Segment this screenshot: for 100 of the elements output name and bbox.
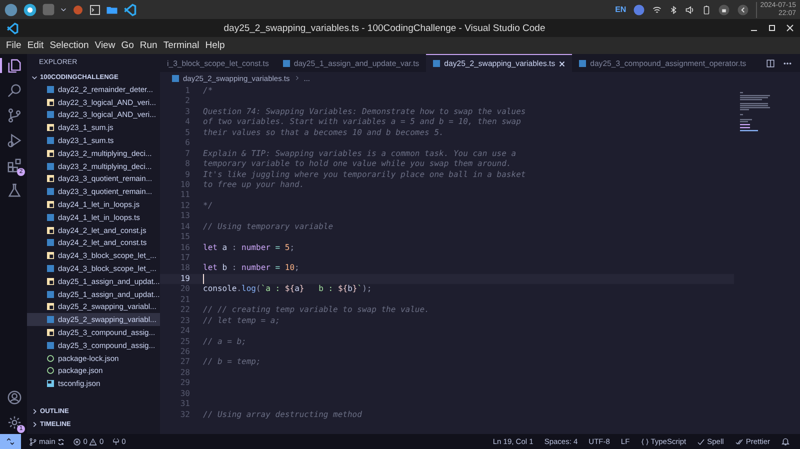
js-file-icon <box>47 303 54 310</box>
browser-icon <box>23 2 37 16</box>
double-check-icon <box>734 438 744 446</box>
split-editor-icon <box>766 58 775 68</box>
line-number: 20 <box>179 284 190 295</box>
bluetooth-icon <box>669 4 678 14</box>
js-file-icon <box>47 175 54 182</box>
code-line: Explain & TIP: Swapping variables is a common task. You can use a <box>202 148 516 160</box>
wifi-icon <box>652 4 662 14</box>
line-number: 7 <box>184 148 190 160</box>
line-number: 11 <box>179 190 190 201</box>
js-file-icon <box>47 150 54 157</box>
menu-item[interactable]: Terminal <box>160 40 202 51</box>
ts-file-icon <box>433 60 440 67</box>
ts-file-icon <box>47 162 54 170</box>
line-number: 10 <box>179 180 190 190</box>
speaker-icon <box>685 4 696 14</box>
line-number: 26 <box>179 346 190 358</box>
code-line: temporary variable to hold one value while you swap them around. <box>202 159 512 170</box>
ts-file-icon <box>47 316 54 324</box>
line-number: 21 <box>179 294 190 306</box>
extensions-icon <box>7 158 22 173</box>
branch-icon <box>29 438 37 446</box>
code-line: */ <box>202 200 213 212</box>
line-number: 22 <box>179 305 190 316</box>
js-file-icon <box>47 98 54 106</box>
code-line: their values so that a becomes 10 and b becomes 5. <box>202 128 444 138</box>
ts-file-icon <box>282 60 290 67</box>
code-line: // // creating temp variable to swap the value. <box>202 305 430 316</box>
line-number: 30 <box>179 388 190 400</box>
battery-icon <box>702 4 712 16</box>
bell-icon <box>781 437 790 446</box>
account-icon <box>7 390 22 405</box>
code-line: /* <box>202 86 213 96</box>
js-file-icon <box>47 201 54 208</box>
line-number: 25 <box>179 336 190 347</box>
remote-button[interactable] <box>0 434 21 449</box>
vscode-logo-icon <box>6 22 19 34</box>
line-number: 15 <box>179 232 190 243</box>
close-icon[interactable] <box>559 60 566 66</box>
code-line: let b : number = 10; <box>202 263 300 274</box>
line-number: 14 <box>179 222 190 232</box>
menu-item[interactable]: Run <box>136 40 160 51</box>
line-number: 1 <box>184 86 190 96</box>
js-file-icon <box>47 124 54 132</box>
line-number: 13 <box>179 211 190 222</box>
menu-item[interactable]: View <box>92 40 118 51</box>
ts-file-icon <box>172 74 179 82</box>
ports-icon <box>112 438 120 446</box>
line-number: 5 <box>184 128 190 138</box>
config-file-icon <box>47 380 54 388</box>
flask-icon <box>7 183 22 198</box>
ts-file-icon <box>47 86 54 93</box>
code-line: // Using temporary variable <box>202 222 334 232</box>
ts-file-icon <box>47 111 54 118</box>
code-line: to free up your hand. <box>202 180 304 190</box>
js-file-icon <box>47 252 54 260</box>
maximize-icon[interactable] <box>768 24 776 32</box>
check-icon <box>697 438 706 446</box>
braces-icon <box>640 438 649 446</box>
line-number: 9 <box>184 170 190 180</box>
menu-item[interactable]: Edit <box>24 40 47 51</box>
line-number: 18 <box>179 263 190 274</box>
code-editor-icon <box>123 2 137 16</box>
menu-item[interactable]: Selection <box>46 40 92 51</box>
terminal-icon <box>89 4 101 16</box>
line-number: 16 <box>179 242 190 253</box>
branch-icon <box>7 108 22 123</box>
line-number: 29 <box>179 378 190 389</box>
menu-item[interactable]: Help <box>202 40 228 51</box>
line-number: 23 <box>179 316 190 326</box>
code-line: console.log(`a : ${a} b : ${b}`); <box>202 284 372 295</box>
line-number: 32 <box>179 410 190 420</box>
keyboard-layout[interactable]: EN <box>615 5 626 14</box>
remote-icon <box>6 437 15 446</box>
menu-item[interactable]: Go <box>118 40 137 51</box>
ts-file-icon <box>47 290 54 298</box>
line-number: 6 <box>184 138 190 149</box>
code-line: of two variables. Start with variables a = 5 and b = 10, then swap <box>202 117 521 128</box>
caret-icon <box>60 6 67 13</box>
window-title: day25_2_swapping_variables.ts - 100CodingChallenge - Visual Studio Code <box>222 22 546 34</box>
back-icon <box>737 4 750 16</box>
window-icon[interactable] <box>42 3 55 16</box>
code-line: // a = b; <box>202 336 246 347</box>
app-launcher-icon <box>4 2 18 16</box>
line-number: 12 <box>179 200 190 212</box>
chevron-icon <box>294 75 300 81</box>
code-line: Question 74: Swapping Variables: Demonstrate how to swap the values <box>202 106 526 118</box>
js-file-icon <box>47 329 54 336</box>
code-line: // Using array destructing method <box>202 410 362 420</box>
code-line: It's like juggling where you temporarily place one ball in a basket <box>202 170 526 180</box>
line-number: 27 <box>179 357 190 368</box>
code-line: // b = temp; <box>202 357 261 368</box>
menu-item[interactable]: File <box>3 40 24 51</box>
ts-file-icon <box>47 137 54 144</box>
js-file-icon <box>47 226 54 234</box>
files-icon <box>7 58 22 73</box>
error-icon <box>73 438 82 446</box>
close-icon[interactable] <box>786 24 794 32</box>
line-number: 3 <box>184 106 190 118</box>
